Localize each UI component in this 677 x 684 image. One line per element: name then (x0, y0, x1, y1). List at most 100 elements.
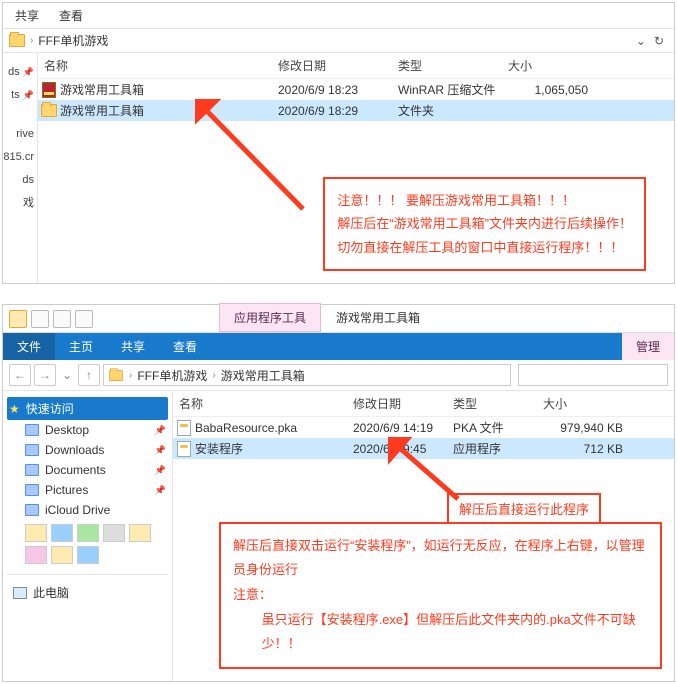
search-input[interactable] (518, 364, 668, 386)
explorer-window-1: 共享 查看 › FFF单机游戏 ⌄ ↻ ds 📌 ts 📌 rive 815.c… (2, 2, 675, 284)
tab-manage[interactable]: 管理 (622, 333, 674, 360)
file-name: 游戏常用工具箱 (60, 102, 278, 119)
qa-dropdown[interactable] (75, 310, 93, 328)
tab-home[interactable]: 主页 (55, 333, 107, 360)
up-button[interactable]: ↑ (78, 364, 100, 386)
sidebar-item[interactable]: rive (3, 123, 37, 146)
tab-file[interactable]: 文件 (3, 333, 55, 360)
col-size[interactable]: 大小 (543, 395, 643, 412)
title-bar: 应用程序工具 游戏常用工具箱 (3, 305, 674, 333)
folder-thumb[interactable] (51, 546, 73, 564)
file-list: 名称 修改日期 类型 大小 游戏常用工具箱 2020/6/9 18:23 Win… (38, 53, 674, 283)
rar-icon (42, 82, 56, 98)
file-row[interactable]: 游戏常用工具箱 2020/6/9 18:23 WinRAR 压缩文件 1,065… (38, 79, 674, 100)
folder-thumb[interactable] (77, 546, 99, 564)
folder-icon (9, 34, 25, 47)
folder-thumb[interactable] (77, 524, 99, 542)
sidebar-item[interactable]: 815.cr (3, 146, 37, 169)
tree-quick-access[interactable]: ★ 快速访问 (7, 397, 168, 420)
tab-share[interactable]: 共享 (107, 333, 159, 360)
annotation-box-large: 解压后直接双击运行“安装程序”，如运行无反应，在程序上右键，以管理员身份运行 注… (219, 522, 662, 669)
annotation-line: 解压后在“游戏常用工具箱”文件夹内进行后续操作！ (337, 212, 632, 235)
history-dropdown[interactable]: ⌄ (59, 364, 75, 386)
tab-share[interactable]: 共享 (15, 7, 39, 24)
file-icon (177, 420, 191, 436)
folder-thumb[interactable] (103, 524, 125, 542)
tree-item-this-pc[interactable]: 此电脑 (7, 581, 168, 604)
folder-thumb[interactable] (25, 524, 47, 542)
cloud-icon (25, 504, 39, 516)
tree-label: 此电脑 (33, 584, 69, 601)
sidebar-item[interactable]: ds 📌 (3, 61, 37, 84)
address-bar[interactable]: › FFF单机游戏 ⌄ ↻ (3, 29, 674, 53)
quick-access-toolbar (3, 306, 99, 332)
breadcrumb[interactable]: 游戏常用工具箱 (221, 367, 305, 384)
annotation-line: 注意： (233, 583, 648, 608)
contextual-tab[interactable]: 应用程序工具 (219, 303, 321, 332)
pin-icon: 📌 (155, 425, 166, 436)
qa-button[interactable] (53, 310, 71, 328)
col-date[interactable]: 修改日期 (278, 57, 398, 74)
col-type[interactable]: 类型 (453, 395, 543, 412)
file-type: 应用程序 (453, 440, 543, 457)
breadcrumb[interactable]: FFF单机游戏 (137, 367, 207, 384)
pin-icon: 📌 (155, 465, 166, 476)
pc-icon (13, 587, 27, 599)
tab-view[interactable]: 查看 (59, 7, 83, 24)
file-date: 2020/6/9 18:23 (278, 83, 398, 97)
folder-thumb[interactable] (25, 546, 47, 564)
nav-tree: ★ 快速访问 Desktop📌 Downloads📌 Documents📌 Pi… (3, 391, 173, 681)
tree-label: 快速访问 (26, 400, 74, 417)
col-date[interactable]: 修改日期 (353, 395, 453, 412)
col-size[interactable]: 大小 (508, 57, 608, 74)
refresh-icon[interactable]: ↻ (650, 34, 668, 48)
dropdown-icon[interactable]: ⌄ (632, 34, 650, 48)
file-size: 979,940 KB (543, 421, 643, 435)
sidebar-item[interactable]: ds (3, 169, 37, 192)
pin-icon: 📌 (23, 67, 34, 77)
sidebar-item[interactable]: ts 📌 (3, 84, 37, 107)
file-row-selected[interactable]: 游戏常用工具箱 2020/6/9 18:29 文件夹 (38, 100, 674, 121)
folder-icon (109, 369, 123, 380)
navigation-bar: ← → ⌄ ↑ › FFF单机游戏 › 游戏常用工具箱 (3, 360, 674, 391)
tab-view[interactable]: 查看 (159, 333, 211, 360)
folder-thumb[interactable] (129, 524, 151, 542)
tree-item-downloads[interactable]: Downloads📌 (7, 440, 168, 460)
col-name[interactable]: 名称 (173, 395, 353, 412)
column-headers[interactable]: 名称 修改日期 类型 大小 (38, 53, 674, 79)
column-headers[interactable]: 名称 修改日期 类型 大小 (173, 391, 674, 417)
window-title: 游戏常用工具箱 (321, 303, 435, 332)
back-button[interactable]: ← (9, 364, 31, 386)
forward-button[interactable]: → (34, 364, 56, 386)
tree-item-documents[interactable]: Documents📌 (7, 460, 168, 480)
file-row[interactable]: BabaResource.pka 2020/6/9 14:19 PKA 文件 9… (173, 417, 674, 438)
folder-thumb[interactable] (51, 524, 73, 542)
tree-item-pictures[interactable]: Pictures📌 (7, 480, 168, 500)
desktop-icon (25, 424, 39, 436)
sidebar-snippet: ds 📌 ts 📌 rive 815.cr ds 戏 (3, 53, 38, 283)
tree-item-desktop[interactable]: Desktop📌 (7, 420, 168, 440)
file-date: 2020/6/9 18:29 (278, 104, 398, 118)
pin-icon: 📌 (23, 90, 34, 100)
file-name: 安装程序 (195, 440, 353, 457)
file-size: 712 KB (543, 442, 643, 456)
qa-folder-icon[interactable] (9, 310, 27, 328)
file-row-selected[interactable]: 安装程序 2020/6/8 9:45 应用程序 712 KB (173, 438, 674, 459)
col-type[interactable]: 类型 (398, 57, 508, 74)
documents-icon (25, 464, 39, 476)
file-list: 名称 修改日期 类型 大小 BabaResource.pka 2020/6/9 … (173, 391, 674, 681)
breadcrumb[interactable]: FFF单机游戏 (38, 32, 108, 49)
sidebar-item[interactable]: 戏 (3, 192, 37, 215)
col-name[interactable]: 名称 (38, 57, 278, 74)
explorer-window-2: 应用程序工具 游戏常用工具箱 文件 主页 共享 查看 管理 ← → ⌄ ↑ › … (2, 304, 675, 682)
downloads-icon (25, 444, 39, 456)
toolbar: 共享 查看 (3, 3, 674, 29)
tree-item-icloud[interactable]: iCloud Drive (7, 500, 168, 520)
qa-button[interactable] (31, 310, 49, 328)
file-name: BabaResource.pka (195, 421, 353, 435)
address-bar[interactable]: › FFF单机游戏 › 游戏常用工具箱 (103, 364, 511, 386)
pin-icon: 📌 (155, 485, 166, 496)
folder-icon (41, 104, 57, 117)
chevron-right-icon: › (30, 35, 33, 46)
file-date: 2020/6/9 14:19 (353, 421, 453, 435)
